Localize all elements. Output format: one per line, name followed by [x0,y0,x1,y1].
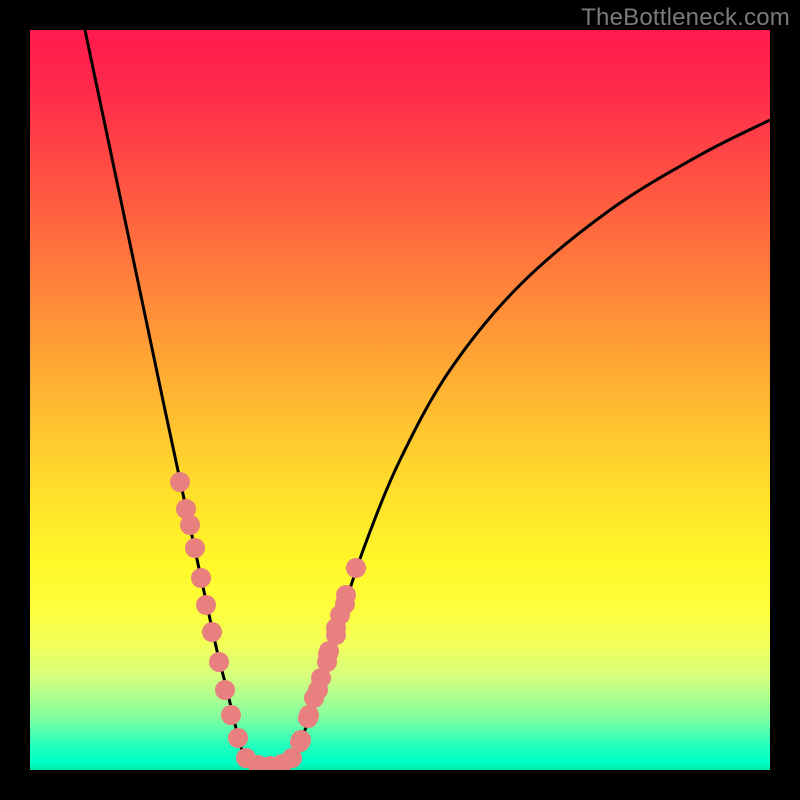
data-dot [215,680,235,700]
plot-area [30,30,770,770]
data-dot [202,622,222,642]
data-dot [221,705,241,725]
data-dot [170,472,190,492]
data-dot [346,558,366,578]
curve-group [85,30,770,766]
data-dot [335,594,355,614]
watermark-text: TheBottleneck.com [581,4,790,32]
data-dot [180,515,200,535]
bottleneck-curve [85,30,770,766]
chart-svg [30,30,770,770]
outer-frame: TheBottleneck.com [0,0,800,800]
data-dot [228,728,248,748]
data-dot [290,732,310,752]
data-dot [196,595,216,615]
data-dot [209,652,229,672]
data-dot [308,680,328,700]
data-dot [191,568,211,588]
dots-group [170,472,366,770]
data-dot [299,705,319,725]
data-dot [319,641,339,661]
data-dot [185,538,205,558]
